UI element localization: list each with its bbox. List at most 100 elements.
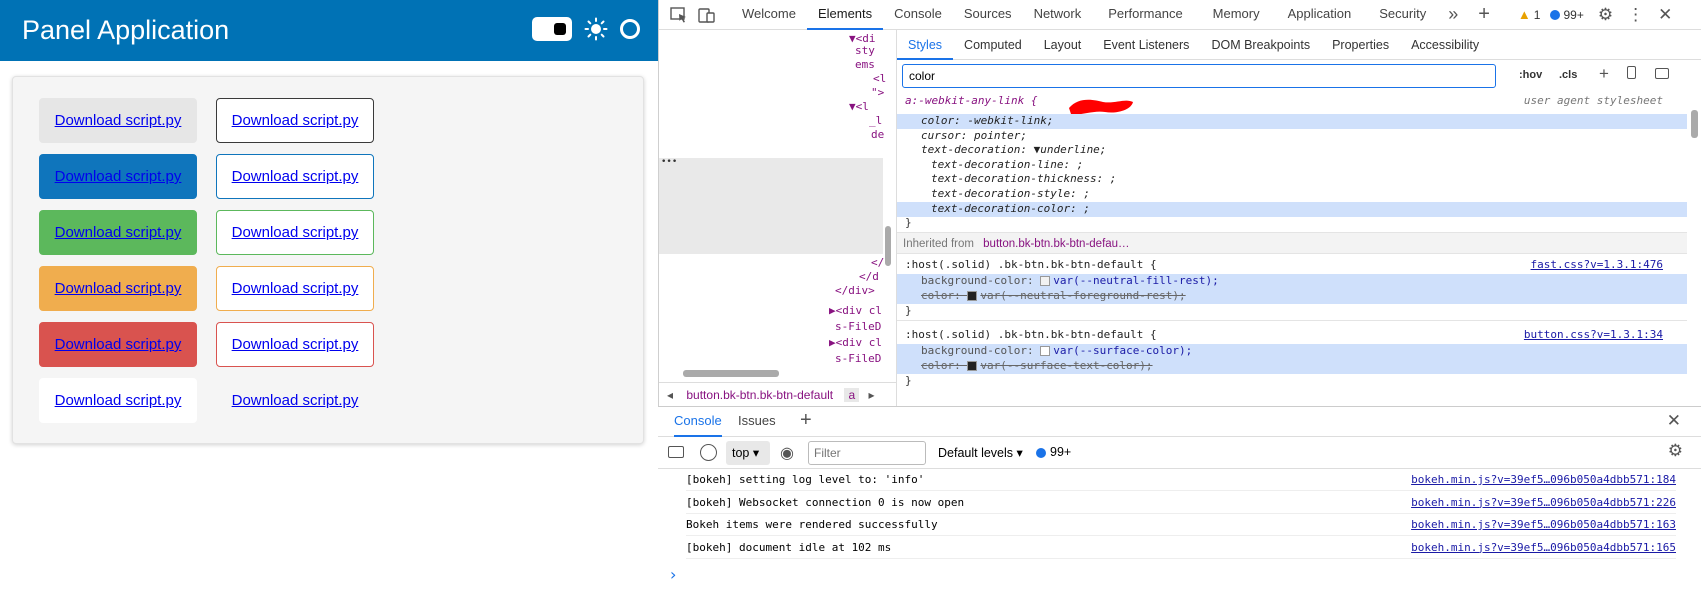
tab-console[interactable]: Console	[883, 0, 953, 30]
tab-performance[interactable]: Performance	[1092, 0, 1198, 30]
download-button[interactable]: Download script.py	[39, 154, 197, 199]
subtab-accessibility[interactable]: Accessibility	[1400, 30, 1490, 60]
tab-application[interactable]: Application	[1274, 0, 1366, 30]
inherited-from-link[interactable]: button.bk-btn.bk-btn-defau…	[983, 238, 1129, 250]
rule3-bg-prop[interactable]: background-color:	[921, 344, 1040, 357]
dom-node[interactable]: de	[871, 128, 884, 141]
breadcrumb-button[interactable]: button.bk-btn.bk-btn-default	[686, 388, 833, 402]
levels-dropdown[interactable]: Default levels ▾	[938, 445, 1023, 460]
download-button[interactable]: Download script.py	[39, 210, 197, 255]
download-button[interactable]: Download script.py	[216, 322, 374, 367]
console-log-source-link[interactable]: bokeh.min.js?v=39ef5…096b050a4dbb571:226	[1411, 492, 1676, 514]
dom-node[interactable]: sty	[855, 44, 875, 57]
warning-icon[interactable]: ▲	[1518, 7, 1531, 22]
dom-node[interactable]: s-FileD	[835, 352, 881, 365]
clear-console-icon[interactable]	[700, 444, 717, 461]
rule3-source-link[interactable]: button.css?v=1.3.1:34	[1524, 328, 1663, 341]
dom-node[interactable]: ems	[855, 58, 875, 71]
dom-node[interactable]: s-FileD	[835, 320, 881, 333]
theme-toggle[interactable]	[532, 17, 572, 41]
color-swatch[interactable]	[1040, 276, 1051, 286]
tab-elements[interactable]: Elements	[806, 0, 884, 30]
download-button[interactable]: Download script.py	[39, 266, 197, 311]
drawer-tab-issues[interactable]: Issues	[738, 407, 776, 435]
subtab-event-listeners[interactable]: Event Listeners	[1092, 30, 1200, 60]
dom-node[interactable]: ▶<div cl	[829, 304, 882, 317]
add-tab-icon[interactable]: +	[1478, 3, 1490, 26]
subtab-styles[interactable]: Styles	[897, 30, 954, 60]
css-declaration[interactable]: cursor: pointer;	[897, 129, 1687, 144]
color-swatch[interactable]	[1040, 346, 1051, 356]
eye-icon[interactable]: ◉	[780, 443, 794, 463]
message-icon[interactable]	[1550, 9, 1561, 20]
download-button[interactable]: Download script.py	[39, 378, 197, 423]
add-drawer-tab-icon[interactable]: +	[800, 409, 812, 432]
styles-vscrollbar[interactable]	[1691, 110, 1698, 138]
sun-icon[interactable]	[584, 17, 608, 41]
elements-vscrollbar[interactable]	[885, 226, 891, 266]
console-log-source-link[interactable]: bokeh.min.js?v=39ef5…096b050a4dbb571:165	[1411, 537, 1676, 559]
subtab-computed[interactable]: Computed	[953, 30, 1033, 60]
dom-node[interactable]: _l	[869, 114, 882, 127]
tab-welcome[interactable]: Welcome	[731, 0, 807, 30]
download-button[interactable]: Download script.py	[216, 266, 374, 311]
elements-hscrollbar[interactable]	[683, 370, 779, 377]
rule3-bg-val[interactable]: var(--surface-color);	[1053, 344, 1192, 357]
more-tabs-icon[interactable]: »	[1448, 4, 1458, 25]
dom-node[interactable]: ▼<l	[849, 100, 869, 113]
download-button[interactable]: Download script.py	[216, 378, 374, 423]
paint-icon[interactable]	[1627, 66, 1636, 79]
css-declaration[interactable]: text-decoration-style: ;	[897, 187, 1687, 202]
css-declaration[interactable]: color: -webkit-link;	[897, 114, 1687, 129]
rule2-color-val[interactable]: var(--neutral-foreground-rest);	[980, 289, 1185, 302]
ellipsis-icon[interactable]: •••	[661, 157, 677, 167]
console-log-source-link[interactable]: bokeh.min.js?v=39ef5…096b050a4dbb571:163	[1411, 514, 1676, 536]
subtab-dom-breakpoints[interactable]: DOM Breakpoints	[1200, 30, 1321, 60]
rule2-color-prop[interactable]: color:	[921, 289, 967, 302]
dom-node[interactable]: </div>	[835, 284, 875, 297]
download-button[interactable]: Download script.py	[39, 98, 197, 143]
download-button[interactable]: Download script.py	[39, 322, 197, 367]
console-settings-gear-icon[interactable]: ⚙	[1668, 441, 1683, 461]
inspect-icon[interactable]	[669, 5, 689, 25]
download-button[interactable]: Download script.py	[216, 210, 374, 255]
download-button[interactable]: Download script.py	[216, 154, 374, 199]
color-swatch[interactable]	[967, 291, 978, 301]
new-rule-icon[interactable]: +	[1599, 64, 1609, 84]
css-declaration[interactable]: text-decoration-thickness: ;	[897, 172, 1687, 187]
css-declaration[interactable]: text-decoration: ▼underline;	[897, 143, 1687, 158]
rule2-bg-prop[interactable]: background-color:	[921, 274, 1040, 287]
download-button[interactable]: Download script.py	[216, 98, 374, 143]
styles-filter-input[interactable]	[902, 64, 1496, 88]
tab-memory[interactable]: Memory	[1199, 0, 1274, 30]
tab-security[interactable]: Security	[1365, 0, 1440, 30]
rule2-source-link[interactable]: fast.css?v=1.3.1:476	[1531, 258, 1663, 271]
console-log-source-link[interactable]: bokeh.min.js?v=39ef5…096b050a4dbb571:184	[1411, 469, 1676, 491]
elements-tree[interactable]: ▼<di sty ems <l "> ▼<l _l de </</d </div> ▶<div cl…	[659, 30, 897, 406]
sidebar-toggle-icon[interactable]	[1655, 68, 1669, 79]
rule3-color-val[interactable]: var(--surface-text-color);	[980, 359, 1152, 372]
console-prompt[interactable]: ›	[670, 565, 676, 584]
sidebar-toggle-icon[interactable]	[668, 446, 684, 458]
context-select[interactable]: top ▾	[726, 441, 770, 465]
close-drawer-icon[interactable]: ✕	[1667, 411, 1681, 431]
dom-node[interactable]: ">	[871, 86, 884, 99]
dom-node[interactable]: </d	[859, 270, 879, 283]
rule2-bg-val[interactable]: var(--neutral-fill-rest);	[1053, 274, 1219, 287]
breadcrumb-anchor[interactable]: a	[844, 388, 860, 402]
subtab-properties[interactable]: Properties	[1321, 30, 1400, 60]
tab-network[interactable]: Network	[1023, 0, 1093, 30]
tab-sources[interactable]: Sources	[953, 0, 1023, 30]
css-declaration[interactable]: text-decoration-color: ;	[897, 201, 1687, 217]
kebab-menu-icon[interactable]: ⋮	[1627, 5, 1644, 25]
console-filter-input[interactable]	[808, 441, 926, 465]
rule3-color-prop[interactable]: color:	[921, 359, 967, 372]
dom-node[interactable]: <l	[873, 72, 886, 85]
cls-toggle[interactable]: .cls	[1559, 69, 1577, 81]
color-swatch[interactable]	[967, 361, 978, 371]
close-devtools-icon[interactable]: ✕	[1658, 5, 1672, 25]
dom-node[interactable]: ▶<div cl	[829, 336, 882, 349]
dom-node[interactable]: </	[871, 256, 884, 269]
drawer-tab-console[interactable]: Console	[674, 407, 722, 437]
settings-gear-icon[interactable]: ⚙	[1598, 5, 1613, 25]
